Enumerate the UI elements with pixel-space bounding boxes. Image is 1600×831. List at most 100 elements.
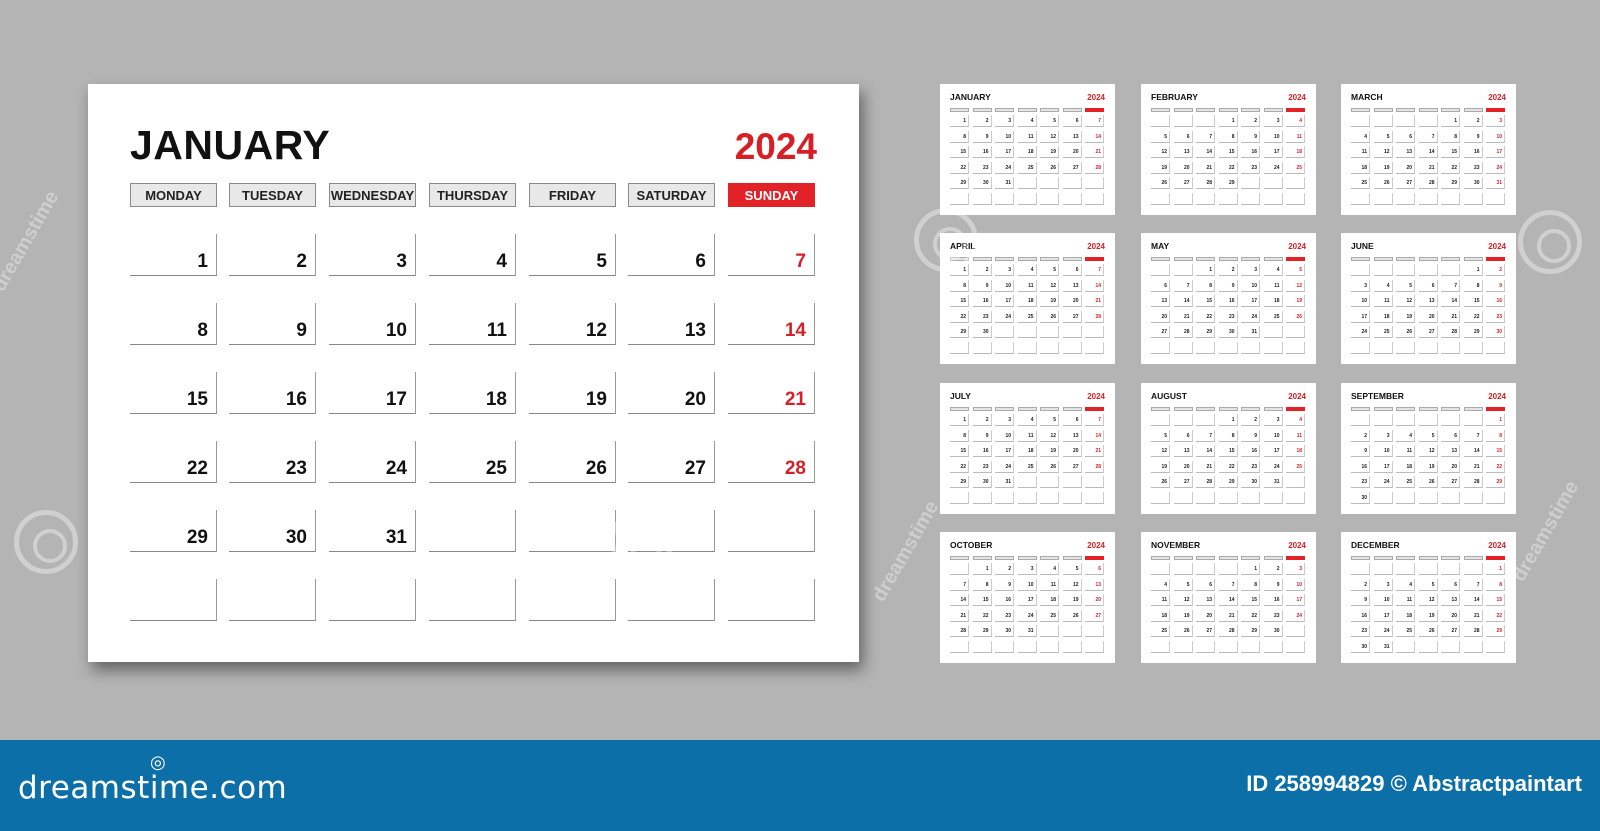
watermark-spiral-icon [14,510,78,574]
mini-weekday-header [1062,556,1082,560]
mini-day-cell: 10 [1373,445,1393,457]
mini-day-cell: 22 [950,310,969,323]
mini-day-cell: 7 [1085,414,1104,426]
mini-weekday-header [950,108,969,112]
mini-day-cell: 28 [1173,326,1193,338]
mini-day-cell [1373,491,1393,504]
mini-day-cell: 19 [1151,460,1170,473]
mini-day-cell: 30 [1486,326,1505,338]
mini-day-cell: 14 [1441,295,1460,307]
mini-day-cell: 9 [995,578,1014,591]
mini-day-cell: 22 [1441,161,1460,174]
mini-day-cell [995,640,1014,653]
day-cell [529,579,616,621]
mini-day-cell: 29 [1463,326,1483,338]
mini-day-cell: 24 [1486,161,1505,174]
day-cell: 31 [329,510,416,552]
mini-month-calendar: NOVEMBER 2024 1 2 3 4 5 6 7 8 9 10 11 12 13 14 15 16 17 18 1… [1141,532,1316,663]
mini-day-cell [1085,177,1104,189]
mini-day-cell [950,341,969,354]
mini-day-cell [1441,192,1460,205]
mini-day-cell: 18 [1040,594,1059,606]
day-cell: 15 [130,372,217,414]
mini-day-cell: 13 [1441,445,1460,457]
mini-day-cell: 15 [1486,594,1505,606]
mini-day-cell [1017,476,1037,488]
day-cell: 19 [529,372,616,414]
mini-day-cell [1396,115,1415,127]
mini-month-calendar: OCTOBER 2024 1 2 3 4 5 6 7 8 9 10 11 12 13 14 15 16 17 18 19… [940,532,1115,663]
mini-day-cell: 13 [1062,130,1082,143]
mini-day-cell: 20 [1196,609,1215,622]
mini-day-cell [1286,341,1305,354]
mini-day-cell: 4 [1263,264,1283,276]
mini-weekday-header [1463,556,1483,560]
mini-day-cell: 30 [1218,326,1238,338]
mini-weekday-header [1218,407,1238,411]
mini-day-cell: 16 [1263,594,1283,606]
mini-day-cell: 29 [950,326,969,338]
mini-day-cell: 15 [972,594,992,606]
weekday-header: MONDAY [130,183,217,207]
mini-day-cell [1017,341,1037,354]
mini-day-cell: 1 [1441,115,1460,127]
mini-month-title: FEBRUARY [1151,92,1198,102]
mini-day-cell: 11 [1040,578,1059,591]
mini-day-cell: 7 [1173,279,1193,292]
mini-day-cell: 17 [1263,146,1283,158]
mini-day-cell: 3 [1263,414,1283,426]
mini-day-cell: 8 [950,130,969,143]
mini-weekday-header [1151,556,1170,560]
mini-weekday-header [1486,108,1505,112]
mini-weekday-header [1017,108,1037,112]
mini-day-cell: 27 [1418,326,1438,338]
weekday-header: TUESDAY [229,183,316,207]
mini-day-cell [1151,640,1170,653]
mini-day-cell [1286,326,1305,338]
mini-day-cell: 6 [1441,578,1460,591]
mini-month-calendar: JANUARY 2024 1 2 3 4 5 6 7 8 9 10 11 12 13 14 15 16 17 18 19… [940,84,1115,215]
mini-day-cell [1463,414,1483,426]
mini-day-cell: 15 [950,445,969,457]
mini-day-cell: 18 [1396,460,1415,473]
mini-day-cell: 5 [1151,429,1170,442]
mini-year: 2024 [1288,93,1306,102]
mini-day-cell: 13 [1173,146,1193,158]
mini-day-cell: 9 [1241,130,1260,143]
mini-day-cell: 21 [1173,310,1193,323]
mini-day-cell: 23 [1263,609,1283,622]
mini-day-cell: 6 [1196,578,1215,591]
mini-day-cell: 10 [1486,130,1505,143]
mini-day-cell: 25 [1396,476,1415,488]
mini-day-cell: 27 [1173,476,1193,488]
mini-day-cell: 9 [1218,279,1238,292]
mini-month-calendar: DECEMBER 2024 1 2 3 4 5 6 7 8 9 10 11 12 13 14 15 16 17 18 1… [1341,532,1516,663]
mini-weekday-header [950,556,969,560]
mini-day-cell: 25 [1151,625,1170,637]
mini-day-cell [1463,563,1483,575]
mini-day-cell [1151,341,1170,354]
day-cell: 22 [130,441,217,483]
mini-day-cell [1396,264,1415,276]
mini-day-cell: 28 [1463,476,1483,488]
mini-day-cell [950,563,969,575]
mini-day-cell: 2 [1218,264,1238,276]
mini-weekday-header [995,108,1014,112]
mini-day-cell: 9 [1486,279,1505,292]
mini-day-cell: 21 [1463,609,1483,622]
mini-day-cell: 29 [1218,476,1238,488]
mini-day-cell [1151,414,1170,426]
mini-day-cell: 16 [972,295,992,307]
mini-day-cell: 27 [1062,161,1082,174]
mini-day-cell: 21 [950,609,969,622]
mini-day-cell: 6 [1085,563,1104,575]
mini-weekday-header [950,407,969,411]
mini-day-cell: 2 [1351,578,1370,591]
day-cell [229,579,316,621]
mini-day-cell: 15 [1463,295,1483,307]
mini-day-cell [1196,115,1215,127]
mini-day-cell: 10 [1286,578,1305,591]
mini-day-cell: 16 [1241,445,1260,457]
mini-weekday-header [1396,407,1415,411]
day-cell: 14 [728,303,815,345]
